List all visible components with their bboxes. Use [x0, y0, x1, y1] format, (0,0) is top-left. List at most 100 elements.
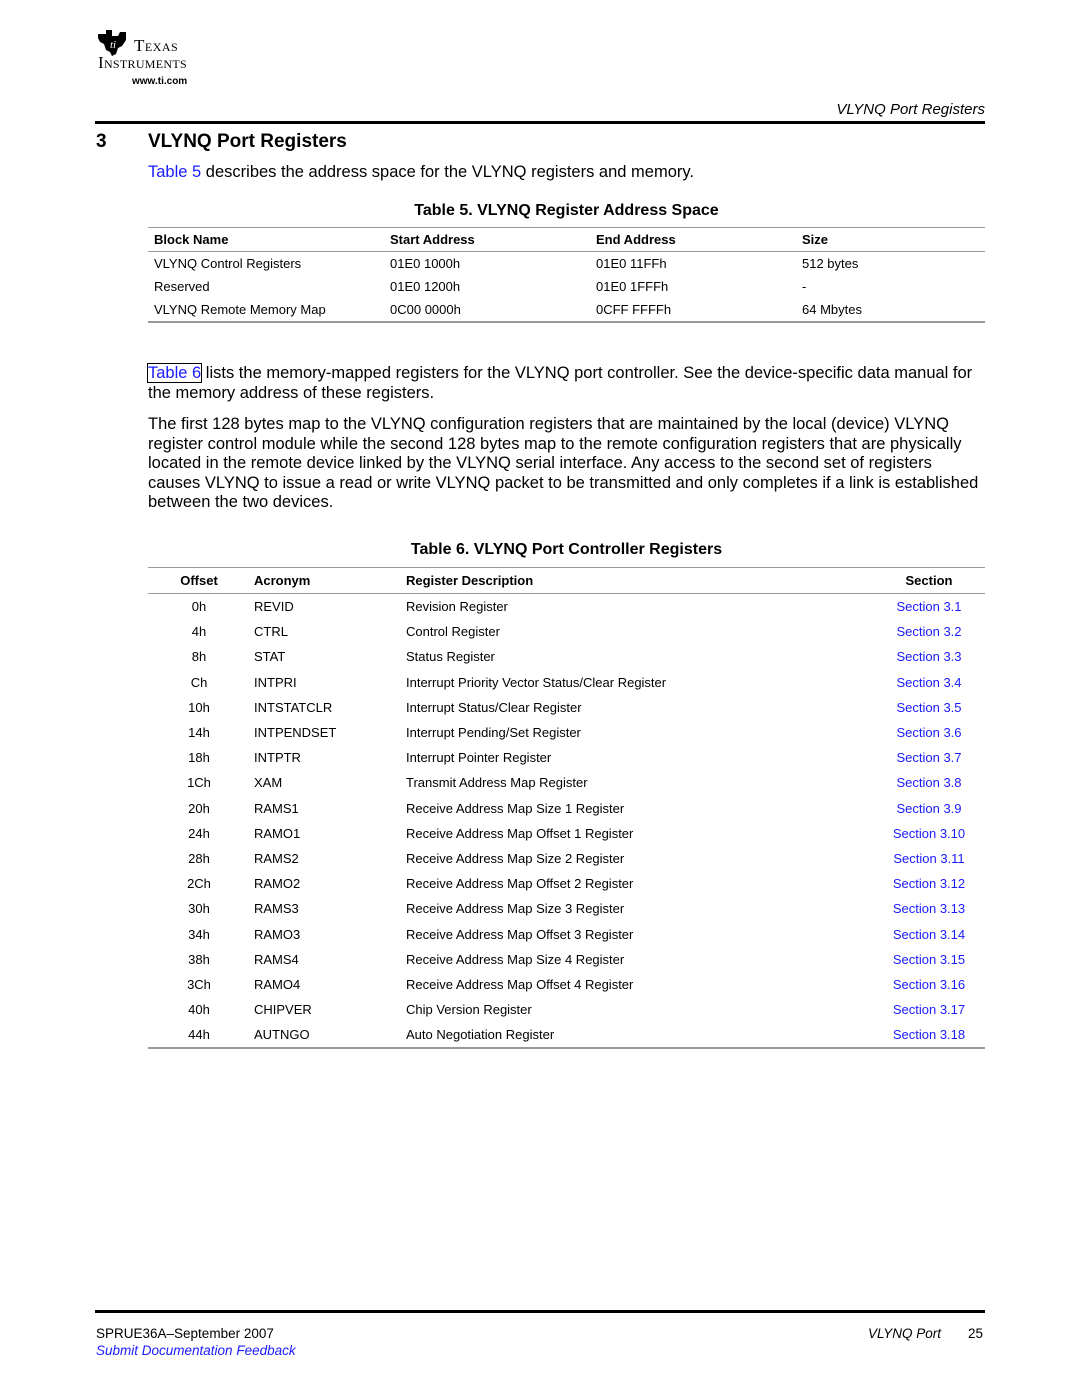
cell-start-address: 01E0 1200h — [390, 279, 461, 294]
table-row: 40h CHIPVER Chip Version Register Section 3… — [148, 997, 985, 1022]
cell-size: 64 Mbytes — [802, 302, 862, 317]
section-link[interactable]: Section 3.1 — [896, 599, 961, 614]
section-link[interactable]: Section 3.10 — [893, 826, 965, 841]
cell-offset: 24h — [188, 825, 210, 841]
section-link[interactable]: Section 3.17 — [893, 1002, 965, 1017]
cell-section: Section 3.5 — [873, 695, 985, 720]
section-link[interactable]: Section 3.6 — [896, 725, 961, 740]
cell-acronym: INTPENDSET — [254, 725, 337, 741]
col-header-acronym: Acronym — [250, 567, 405, 594]
cell-description: Receive Address Map Offset 2 Register — [406, 876, 634, 892]
col-header-start-address: Start Address — [384, 227, 590, 252]
cell-acronym: REVID — [254, 599, 294, 615]
cell-acronym: RAMS1 — [254, 800, 299, 816]
cell-acronym: RAMS4 — [254, 951, 299, 967]
cell-offset: 3Ch — [187, 976, 211, 992]
table6-caption: Table 6. VLYNQ Port Controller Registers — [410, 541, 723, 558]
cell-description: Transmit Address Map Register — [406, 775, 588, 791]
section-link[interactable]: Section 3.14 — [893, 927, 965, 942]
table-row: 8h STAT Status Register Section 3.3 — [148, 644, 985, 669]
running-title: VLYNQ Port Registers — [836, 101, 985, 118]
cell-description: Interrupt Priority Vector Status/Clear R… — [406, 674, 667, 690]
cell-section: Section 3.2 — [873, 619, 985, 644]
section-link[interactable]: Section 3.18 — [893, 1027, 965, 1042]
section-title: VLYNQ Port Registers — [148, 131, 347, 152]
logo-line2: Instruments — [98, 53, 187, 72]
section-link[interactable]: Section 3.7 — [896, 750, 961, 765]
col-header-section: Section — [873, 567, 985, 594]
intro-paragraph: Table 5 describes the address space for … — [148, 163, 988, 183]
table-row: 3Ch RAMO4 Receive Address Map Offset 4 Reg… — [148, 972, 985, 997]
cell-block-name: VLYNQ Remote Memory Map — [154, 302, 326, 317]
cell-section: Section 3.6 — [873, 720, 985, 745]
section-link[interactable]: Section 3.5 — [896, 700, 961, 715]
cell-start-address: 01E0 1000h — [390, 256, 461, 271]
section-link[interactable]: Section 3.3 — [896, 649, 961, 664]
cell-offset: 2Ch — [187, 876, 211, 892]
table-row: 34h RAMO3 Receive Address Map Offset 3 Reg… — [148, 921, 985, 946]
cell-acronym: CHIPVER — [254, 1002, 312, 1018]
table-row: 4h CTRL Control Register Section 3.2 — [148, 619, 985, 644]
table-row: 2Ch RAMO2 Receive Address Map Offset 2 Reg… — [148, 871, 985, 896]
table-row: 14h INTPENDSET Interrupt Pending/Set Regis… — [148, 720, 985, 745]
section-link[interactable]: Section 3.12 — [893, 876, 965, 891]
cell-description: Receive Address Map Size 1 Register — [406, 800, 625, 816]
cell-acronym: AUTNGO — [254, 1027, 310, 1043]
cell-offset: 0h — [191, 599, 207, 615]
table5-link[interactable]: Table 5 — [148, 163, 201, 181]
cell-offset: 8h — [191, 649, 207, 665]
section-link[interactable]: Section 3.13 — [893, 901, 965, 916]
cell-section: Section 3.8 — [873, 770, 985, 795]
cell-acronym: STAT — [254, 649, 286, 665]
cell-block-name: Reserved — [154, 279, 210, 294]
table-row: 38h RAMS4 Receive Address Map Size 4 Regis… — [148, 947, 985, 972]
ti-logo: ti Texas Instruments www.ti.com — [96, 28, 236, 90]
section-link[interactable]: Section 3.16 — [893, 977, 965, 992]
cell-offset: Ch — [190, 674, 208, 690]
footer-rule — [95, 1310, 985, 1313]
cell-description: Receive Address Map Size 3 Register — [406, 901, 625, 917]
cell-offset: 44h — [188, 1027, 210, 1043]
table-row: 20h RAMS1 Receive Address Map Size 1 Regis… — [148, 796, 985, 821]
cell-acronym: INTSTATCLR — [254, 699, 333, 715]
table-row: VLYNQ Control Registers 01E0 1000h 01E0 … — [148, 252, 985, 276]
section-link[interactable]: Section 3.9 — [896, 801, 961, 816]
logo-url[interactable]: www.ti.com — [132, 76, 187, 87]
cell-acronym: INTPTR — [254, 750, 301, 766]
table-row: 30h RAMS3 Receive Address Map Size 3 Regis… — [148, 896, 985, 921]
cell-description: Receive Address Map Offset 1 Register — [406, 825, 634, 841]
table6-intro-paragraph: Table 6 lists the memory-mapped register… — [146, 363, 988, 403]
section-link[interactable]: Section 3.11 — [893, 851, 964, 866]
address-space-table: Block Name Start Address End Address Siz… — [148, 227, 985, 323]
feedback-link[interactable]: Submit Documentation Feedback — [96, 1343, 296, 1358]
cell-offset: 14h — [188, 725, 210, 741]
table6-intro-text: lists the memory-mapped registers for th… — [148, 364, 973, 402]
section-link[interactable]: Section 3.4 — [896, 675, 961, 690]
cell-offset: 20h — [188, 800, 210, 816]
table-header-row: Offset Acronym Register Description Sect… — [148, 567, 985, 594]
col-header-end-address: End Address — [590, 227, 796, 252]
cell-section: Section 3.16 — [873, 972, 985, 997]
col-header-block-name: Block Name — [148, 227, 384, 252]
table-row: 44h AUTNGO Auto Negotiation Register Sectio… — [148, 1022, 985, 1048]
svg-text:ti: ti — [110, 39, 116, 51]
table6-link[interactable]: Table 6 — [146, 363, 203, 383]
cell-section: Section 3.10 — [873, 821, 985, 846]
cell-section: Section 3.12 — [873, 871, 985, 896]
section-link[interactable]: Section 3.15 — [893, 952, 965, 967]
cell-section: Section 3.4 — [873, 670, 985, 695]
cell-acronym: RAMS3 — [254, 901, 299, 917]
cell-section: Section 3.1 — [873, 594, 985, 620]
table-row: 24h RAMO1 Receive Address Map Offset 1 Reg… — [148, 821, 985, 846]
cell-offset: 18h — [188, 750, 210, 766]
cell-acronym: RAMO1 — [254, 825, 301, 841]
cell-section: Section 3.13 — [873, 896, 985, 921]
cell-acronym: CTRL — [254, 624, 288, 640]
cell-description: Interrupt Status/Clear Register — [406, 699, 582, 715]
cell-description: Revision Register — [406, 599, 508, 615]
cell-description: Status Register — [406, 649, 495, 665]
port-controller-registers-table: Offset Acronym Register Description Sect… — [148, 567, 985, 1050]
register-mapping-paragraph: The first 128 bytes map to the VLYNQ con… — [148, 415, 979, 511]
section-link[interactable]: Section 3.2 — [896, 624, 961, 639]
section-link[interactable]: Section 3.8 — [896, 775, 961, 790]
